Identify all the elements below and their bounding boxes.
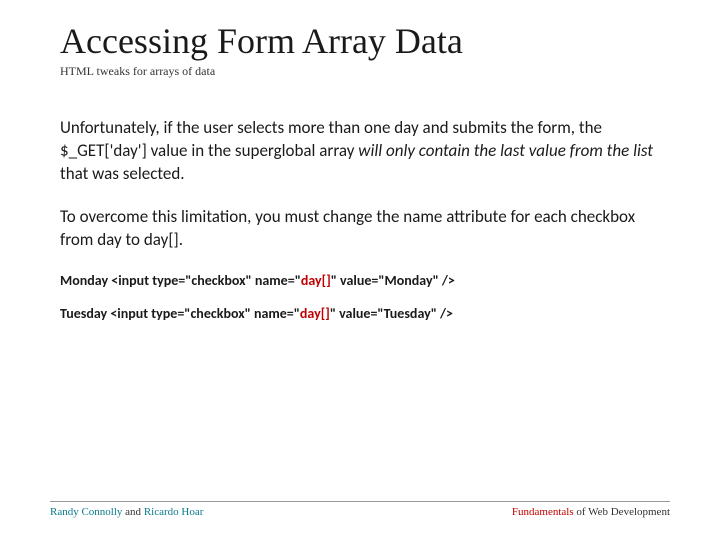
- book-highlight: Fundamentals: [512, 506, 576, 518]
- slide-container: Accessing Form Array Data HTML tweaks fo…: [0, 0, 720, 540]
- code1-prefix: Monday <input type="checkbox" name=": [60, 272, 301, 289]
- para1-part2: that was selected.: [60, 163, 185, 184]
- footer: Randy Connolly and Ricardo Hoar Fundamen…: [50, 501, 670, 518]
- code2-prefix: Tuesday <input type="checkbox" name=": [60, 305, 300, 322]
- code2-highlight: day[]: [300, 305, 330, 322]
- author-2: Ricardo Hoar: [144, 506, 204, 518]
- paragraph-2: To overcome this limitation, you must ch…: [60, 206, 670, 252]
- page-subtitle: HTML tweaks for arrays of data: [60, 64, 670, 79]
- book-rest: of Web Development: [576, 506, 670, 518]
- para1-italic: will only contain the last value from th…: [358, 140, 653, 161]
- code-example-1: Monday <input type="checkbox" name="day[…: [60, 272, 670, 289]
- code1-highlight: day[]: [301, 272, 331, 289]
- code1-suffix: " value="Monday" />: [331, 272, 455, 289]
- code2-suffix: " value="Tuesday" />: [330, 305, 453, 322]
- page-title: Accessing Form Array Data: [60, 20, 670, 62]
- author-and: and: [125, 506, 144, 518]
- code-example-2: Tuesday <input type="checkbox" name="day…: [60, 305, 670, 322]
- footer-book: Fundamentals of Web Development: [512, 506, 670, 518]
- footer-authors: Randy Connolly and Ricardo Hoar: [50, 506, 203, 518]
- paragraph-1: Unfortunately, if the user selects more …: [60, 117, 670, 186]
- author-1: Randy Connolly: [50, 506, 125, 518]
